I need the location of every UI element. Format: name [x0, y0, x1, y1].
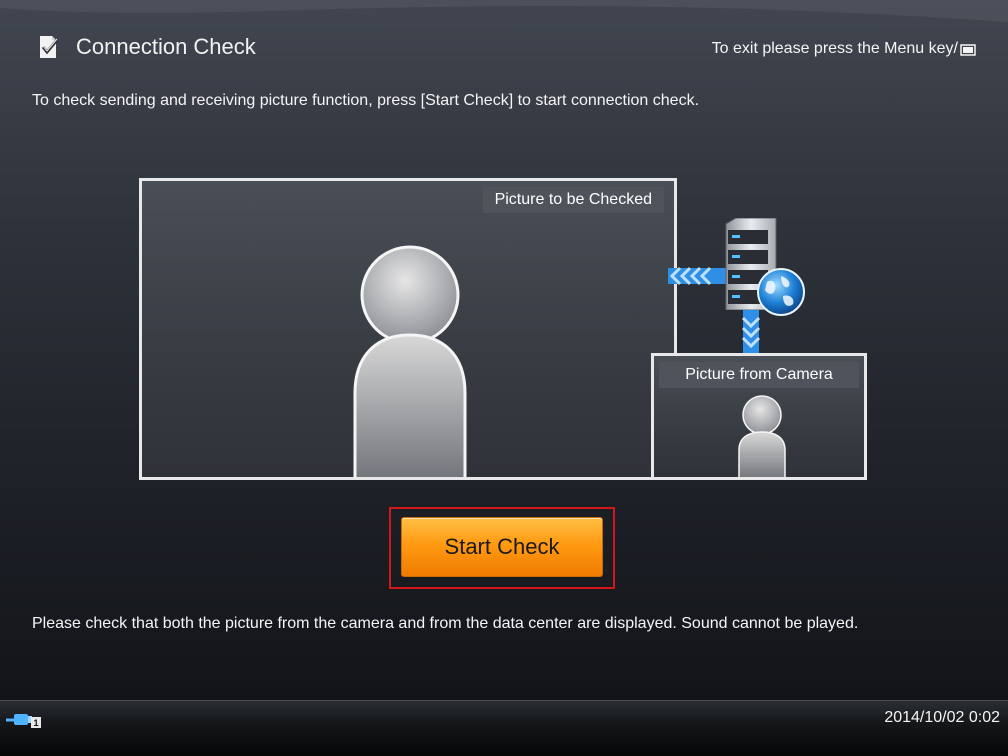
note-text: Please check that both the picture from …: [32, 615, 859, 632]
checked-picture-label: Picture to be Checked: [482, 187, 664, 213]
instruction-text: To check sending and receiving picture f…: [32, 92, 700, 109]
camera-picture-label: Picture from Camera: [659, 362, 859, 388]
menu-key-icon: [960, 43, 976, 56]
person-silhouette-icon: [353, 245, 467, 477]
globe-icon: [755, 266, 807, 318]
datetime: 2014/10/02 0:02: [884, 709, 1000, 726]
page-title: Connection Check: [76, 34, 256, 59]
start-check-button[interactable]: Start Check: [401, 517, 603, 577]
start-check-focus-frame: Start Check: [389, 507, 615, 589]
checklist-icon: [36, 34, 62, 60]
checked-picture-panel: Picture to be Checked: [139, 178, 677, 480]
exit-hint: To exit please press the Menu key/: [712, 40, 976, 58]
usb-icon: 1: [4, 711, 42, 729]
camera-picture-panel: Picture from Camera: [651, 353, 867, 480]
usb-badge: 1: [33, 718, 38, 728]
arrow-left-icon: [668, 265, 726, 287]
status-bar: 1 2014/10/02 0:02: [0, 700, 1008, 756]
person-silhouette-small-icon: [738, 395, 786, 477]
exit-hint-text: To exit please press the Menu key/: [711, 40, 958, 57]
